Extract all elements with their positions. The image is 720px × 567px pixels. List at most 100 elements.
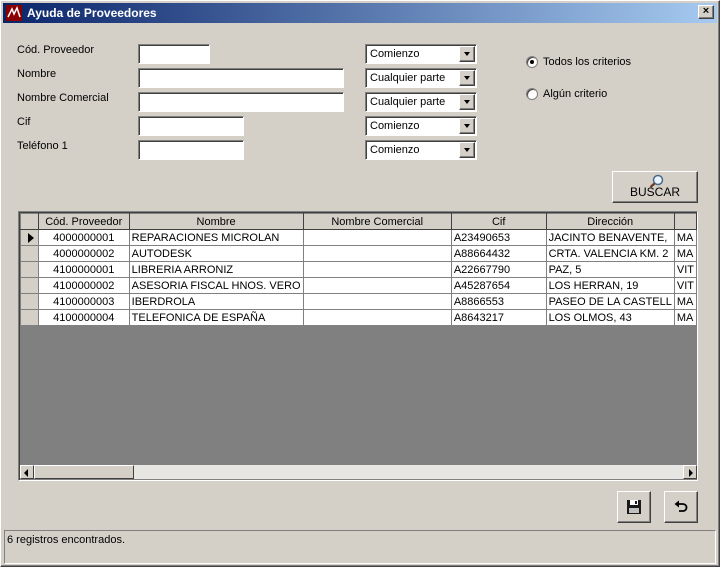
table-row[interactable]: 4100000001 LIBRERIA ARRONIZ A22667790 PA…: [20, 261, 697, 278]
save-button[interactable]: [617, 491, 651, 523]
cell-nombre[interactable]: IBERDROLA: [128, 293, 304, 310]
telefono-input[interactable]: [138, 140, 244, 160]
cell-nombre[interactable]: LIBRERIA ARRONIZ: [128, 261, 304, 278]
cell-cod[interactable]: 4000000001: [37, 229, 130, 246]
table-row[interactable]: 4100000004 TELEFONICA DE ESPAÑA A8643217…: [20, 309, 697, 326]
cell-extra[interactable]: MA: [673, 309, 697, 326]
table-row[interactable]: 4100000003 IBERDROLA A8866553 PASEO DE L…: [20, 293, 697, 310]
chevron-down-icon[interactable]: [459, 142, 475, 158]
cell-comercial[interactable]: [302, 293, 452, 310]
cell-nombre[interactable]: REPARACIONES MICROLAN: [128, 229, 304, 246]
telefono-label: Teléfono 1: [17, 140, 68, 152]
results-grid[interactable]: Cód. Proveedor Nombre Nombre Comercial C…: [18, 211, 698, 481]
cell-nombre[interactable]: ASESORIA FISCAL HNOS. VERO: [128, 277, 304, 294]
cif-label: Cif: [17, 116, 31, 128]
cell-cod[interactable]: 4000000002: [37, 245, 130, 262]
undo-button[interactable]: [664, 491, 698, 523]
telefono-match-select[interactable]: Comienzo: [365, 140, 477, 160]
cell-cod[interactable]: 4100000002: [37, 277, 130, 294]
cell-cod[interactable]: 4100000003: [37, 293, 130, 310]
column-header-cod[interactable]: Cód. Proveedor: [37, 213, 130, 230]
algun-criterio-label[interactable]: Algún criterio: [543, 88, 607, 100]
cell-cif[interactable]: A8866553: [450, 293, 547, 310]
cif-match-select[interactable]: Comienzo: [365, 116, 477, 136]
chevron-down-icon[interactable]: [459, 70, 475, 86]
title-bar[interactable]: Ayuda de Proveedores ×: [3, 3, 717, 23]
cell-cif[interactable]: A88664432: [450, 245, 547, 262]
scroll-left-icon[interactable]: [20, 465, 34, 479]
cell-cif[interactable]: A45287654: [450, 277, 547, 294]
cell-comercial[interactable]: [302, 277, 452, 294]
row-indicator[interactable]: [20, 229, 39, 246]
scrollbar-thumb[interactable]: [34, 465, 134, 479]
app-icon: [6, 5, 22, 21]
search-button[interactable]: BUSCAR: [612, 171, 698, 203]
cell-cif[interactable]: A8643217: [450, 309, 547, 326]
cell-extra[interactable]: VIT: [673, 277, 697, 294]
cell-extra[interactable]: MA: [673, 293, 697, 310]
cell-extra[interactable]: VIT: [673, 261, 697, 278]
cell-cod[interactable]: 4100000004: [37, 309, 130, 326]
cod-proveedor-match-select[interactable]: Comienzo: [365, 44, 477, 64]
todos-criterios-radio[interactable]: [526, 56, 538, 68]
todos-criterios-label[interactable]: Todos los criterios: [543, 56, 631, 68]
cell-direccion[interactable]: CRTA. VALENCIA KM. 2: [545, 245, 675, 262]
results-table: Cód. Proveedor Nombre Nombre Comercial C…: [20, 213, 697, 326]
cell-direccion[interactable]: LOS HERRAN, 19: [545, 277, 675, 294]
chevron-down-icon[interactable]: [459, 118, 475, 134]
chevron-down-icon[interactable]: [459, 46, 475, 62]
row-indicator-header: [20, 213, 39, 230]
table-row[interactable]: 4100000002 ASESORIA FISCAL HNOS. VERO A4…: [20, 277, 697, 294]
window-title: Ayuda de Proveedores: [27, 6, 157, 20]
cod-proveedor-input[interactable]: [138, 44, 210, 64]
row-indicator[interactable]: [20, 309, 39, 326]
nombre-comercial-match-select[interactable]: Cualquier parte: [365, 92, 477, 112]
cell-extra[interactable]: MA: [673, 229, 697, 246]
status-bar: 6 registros encontrados.: [4, 530, 716, 564]
row-indicator[interactable]: [20, 245, 39, 262]
row-indicator[interactable]: [20, 261, 39, 278]
horizontal-scrollbar[interactable]: [20, 465, 697, 479]
dialog-window: Ayuda de Proveedores × Cód. Proveedor Co…: [0, 0, 720, 567]
nombre-comercial-label: Nombre Comercial: [17, 92, 109, 104]
cif-input[interactable]: [138, 116, 244, 136]
column-header-cif[interactable]: Cif: [450, 213, 547, 230]
column-header-direccion[interactable]: Dirección: [545, 213, 675, 230]
cell-direccion[interactable]: PAZ, 5: [545, 261, 675, 278]
cell-cif[interactable]: A22667790: [450, 261, 547, 278]
nombre-input[interactable]: [138, 68, 344, 88]
cell-comercial[interactable]: [302, 245, 452, 262]
table-row[interactable]: 4000000002 AUTODESK A88664432 CRTA. VALE…: [20, 245, 697, 262]
cell-extra[interactable]: MA: [673, 245, 697, 262]
search-button-label: BUSCAR: [629, 185, 680, 199]
chevron-down-icon[interactable]: [459, 94, 475, 110]
cell-comercial[interactable]: [302, 261, 452, 278]
nombre-match-select[interactable]: Cualquier parte: [365, 68, 477, 88]
table-header-row: Cód. Proveedor Nombre Nombre Comercial C…: [20, 213, 697, 230]
cell-direccion[interactable]: LOS OLMOS, 43: [545, 309, 675, 326]
cell-cif[interactable]: A23490653: [450, 229, 547, 246]
undo-arrow-icon: [674, 500, 688, 512]
nombre-comercial-input[interactable]: [138, 92, 344, 112]
column-header-nombre[interactable]: Nombre: [128, 213, 304, 230]
row-indicator[interactable]: [20, 293, 39, 310]
close-button[interactable]: ×: [698, 5, 714, 19]
cell-nombre[interactable]: TELEFONICA DE ESPAÑA: [128, 309, 304, 326]
row-indicator[interactable]: [20, 277, 39, 294]
close-icon: ×: [702, 5, 710, 17]
column-header-overflow: [673, 213, 697, 230]
floppy-disk-icon: [627, 500, 641, 514]
cell-direccion[interactable]: PASEO DE LA CASTELL: [545, 293, 675, 310]
cell-nombre[interactable]: AUTODESK: [128, 245, 304, 262]
table-row[interactable]: 4000000001 REPARACIONES MICROLAN A234906…: [20, 229, 697, 246]
cell-direccion[interactable]: JACINTO BENAVENTE,: [545, 229, 675, 246]
cell-comercial[interactable]: [302, 229, 452, 246]
cell-cod[interactable]: 4100000001: [37, 261, 130, 278]
column-header-comercial[interactable]: Nombre Comercial: [302, 213, 452, 230]
nombre-match-value: Cualquier parte: [370, 72, 446, 84]
algun-criterio-radio[interactable]: [526, 88, 538, 100]
nombre-comercial-match-value: Cualquier parte: [370, 96, 446, 108]
nombre-label: Nombre: [17, 68, 57, 80]
cell-comercial[interactable]: [302, 309, 452, 326]
scroll-right-icon[interactable]: [683, 465, 697, 479]
